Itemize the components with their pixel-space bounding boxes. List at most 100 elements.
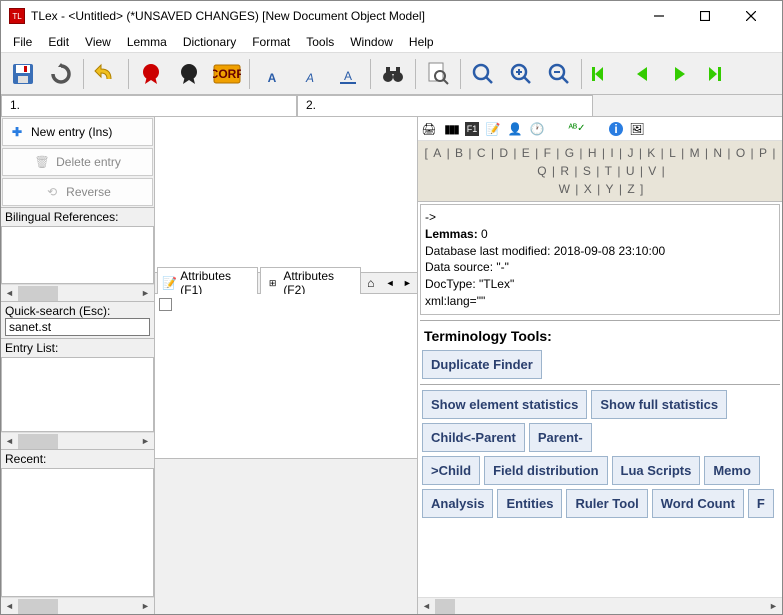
reverse-icon: ⟲ (44, 184, 60, 200)
attr-f1-label: Attributes (F1) (180, 269, 253, 297)
parent-button[interactable]: Parent- (529, 423, 592, 452)
corp-button[interactable]: CORP (209, 56, 245, 92)
menu-help[interactable]: Help (401, 33, 442, 51)
attributes-body[interactable] (155, 294, 417, 457)
menu-format[interactable]: Format (244, 33, 298, 51)
refresh-button[interactable] (43, 56, 79, 92)
barcode-icon[interactable]: ▮▮▮ (443, 121, 459, 137)
note-icon[interactable]: F1 (465, 122, 479, 136)
next-button[interactable] (662, 56, 698, 92)
analysis-button[interactable]: Analysis (422, 489, 493, 518)
doctype-line: DocType: "TLex" (425, 276, 775, 293)
binoculars-button[interactable] (375, 56, 411, 92)
menu-tools[interactable]: Tools (298, 33, 342, 51)
show-full-stats-button[interactable]: Show full statistics (591, 390, 727, 419)
tools-row-5: Analysis Entities Ruler Tool Word Count … (418, 487, 782, 520)
minimize-button[interactable] (636, 2, 682, 30)
find-document-button[interactable] (420, 56, 456, 92)
tools-row-4: >Child Field distribution Lua Scripts Me… (418, 454, 782, 487)
new-entry-button[interactable]: ✚ New entry (Ins) (2, 118, 153, 146)
first-button[interactable] (586, 56, 622, 92)
delete-entry-button[interactable]: 🗑 Delete entry (2, 148, 153, 176)
app-icon: TL (9, 8, 25, 24)
info-box: -> Lemmas: 0 Database last modified: 201… (420, 204, 780, 315)
zoom-out-button[interactable] (541, 56, 577, 92)
separator (415, 59, 416, 89)
entry-scroll[interactable]: ◄► (1, 432, 154, 449)
main-area: ✚ New entry (Ins) 🗑 Delete entry ⟲ Rever… (1, 117, 782, 614)
menu-view[interactable]: View (77, 33, 119, 51)
menu-dictionary[interactable]: Dictionary (175, 33, 244, 51)
entities-button[interactable]: Entities (497, 489, 562, 518)
image-icon[interactable]: 🖼 (629, 121, 645, 137)
alphabet-bar: [ A | B | C | D | E | F | G | H | I | J … (418, 141, 782, 202)
underline-button[interactable]: A (330, 56, 366, 92)
svg-text:A: A (344, 69, 352, 83)
clock-icon[interactable]: 🕐 (529, 121, 545, 137)
field-dist-button[interactable]: Field distribution (484, 456, 607, 485)
right-scroll[interactable]: ◄► (418, 597, 782, 614)
tools-row-3: Child<-Parent Parent- (418, 421, 782, 454)
recent-list[interactable] (1, 468, 154, 597)
zoom-in-button[interactable] (503, 56, 539, 92)
f-button[interactable]: F (748, 489, 774, 518)
alpha-row-1[interactable]: [ A | B | C | D | E | F | G | H | I | J … (421, 144, 779, 180)
scroll-left-icon[interactable]: ◄ (382, 275, 397, 291)
alpha-row-2[interactable]: W | X | Y | Z ] (421, 180, 779, 198)
user-icon[interactable]: 👤 (507, 121, 523, 137)
undo-button[interactable] (88, 56, 124, 92)
attr-checkbox[interactable] (159, 298, 172, 311)
child-parent-button[interactable]: Child<-Parent (422, 423, 525, 452)
tree-area[interactable] (155, 117, 417, 272)
divider (420, 320, 780, 321)
prev-button[interactable] (624, 56, 660, 92)
red-seal-button[interactable] (133, 56, 169, 92)
tools-row-1: Duplicate Finder (418, 348, 782, 381)
tab-1[interactable]: 1. (1, 95, 297, 116)
biling-scroll[interactable]: ◄► (1, 284, 154, 301)
quick-search-input[interactable] (5, 318, 150, 336)
lua-scripts-button[interactable]: Lua Scripts (612, 456, 701, 485)
plus-icon: ✚ (9, 124, 25, 140)
reverse-button[interactable]: ⟲ Reverse (2, 178, 153, 206)
scroll-right-icon[interactable]: ► (400, 275, 415, 291)
entry-list-box[interactable] (1, 357, 154, 432)
home-icon[interactable]: ⌂ (363, 275, 378, 291)
menu-window[interactable]: Window (342, 33, 401, 51)
center-bottom-area (155, 458, 417, 614)
menu-file[interactable]: File (5, 33, 40, 51)
word-count-button[interactable]: Word Count (652, 489, 744, 518)
window-title: TLex - <Untitled> (*UNSAVED CHANGES) [Ne… (31, 9, 636, 23)
separator (460, 59, 461, 89)
tab-2[interactable]: 2. (297, 95, 593, 116)
db-modified-line: Database last modified: 2018-09-08 23:10… (425, 243, 775, 260)
print-icon[interactable]: 🖨 (421, 121, 437, 137)
font-button[interactable]: A (254, 56, 290, 92)
to-child-button[interactable]: >Child (422, 456, 480, 485)
ruler-tool-button[interactable]: Ruler Tool (566, 489, 647, 518)
recent-scroll[interactable]: ◄► (1, 597, 154, 614)
titlebar: TL TLex - <Untitled> (*UNSAVED CHANGES) … (1, 1, 782, 31)
menu-edit[interactable]: Edit (40, 33, 77, 51)
quick-search-section: Quick-search (Esc): (1, 301, 154, 338)
show-elem-stats-button[interactable]: Show element statistics (422, 390, 587, 419)
maximize-button[interactable] (682, 2, 728, 30)
italic-button[interactable]: A (292, 56, 328, 92)
black-seal-button[interactable] (171, 56, 207, 92)
edit-note-icon[interactable]: 📝 (485, 121, 501, 137)
tools-row-2: Show element statistics Show full statis… (418, 388, 782, 421)
duplicate-finder-button[interactable]: Duplicate Finder (422, 350, 542, 379)
zoom-reset-button[interactable] (465, 56, 501, 92)
last-button[interactable] (700, 56, 736, 92)
biling-refs-label: Bilingual References: (5, 210, 150, 224)
memo-button[interactable]: Memo (704, 456, 760, 485)
close-button[interactable] (728, 2, 774, 30)
xmllang-line: xml:lang="" (425, 293, 775, 310)
biling-refs-list[interactable] (1, 226, 154, 284)
spellcheck-icon[interactable]: ᴬᴮ✓ (569, 121, 585, 137)
separator (83, 59, 84, 89)
save-button[interactable] (5, 56, 41, 92)
svg-text:A: A (305, 71, 314, 85)
menu-lemma[interactable]: Lemma (119, 33, 175, 51)
info-icon[interactable]: i (609, 122, 623, 136)
